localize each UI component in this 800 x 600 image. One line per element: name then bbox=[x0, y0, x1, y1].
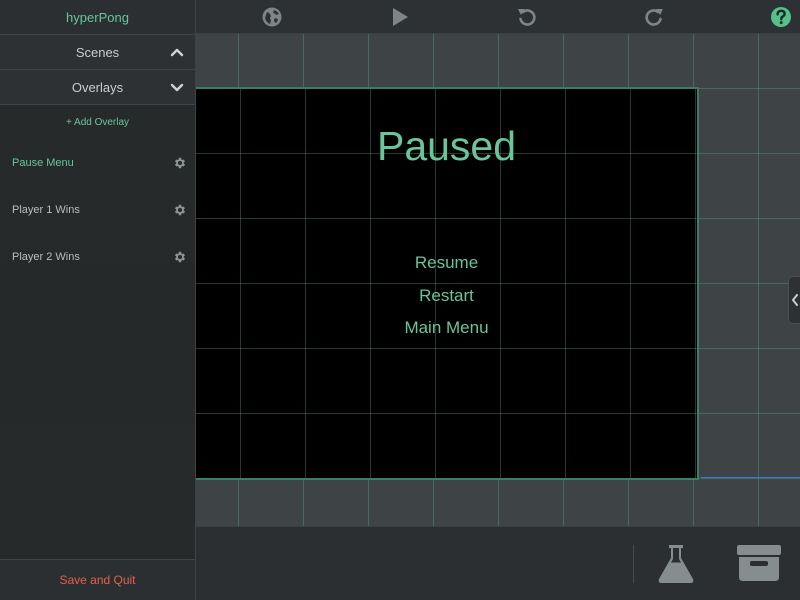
flask-icon[interactable] bbox=[656, 543, 696, 585]
play-icon[interactable] bbox=[389, 6, 411, 28]
undo-icon[interactable] bbox=[516, 6, 538, 28]
overlay-item-label: Player 1 Wins bbox=[12, 203, 80, 216]
redo-icon[interactable] bbox=[643, 6, 665, 28]
resume-button[interactable]: Resume bbox=[196, 253, 697, 273]
chevron-up-icon bbox=[170, 48, 184, 57]
add-overlay-button[interactable]: + Add Overlay bbox=[0, 105, 195, 139]
bottom-toolbar bbox=[196, 526, 800, 600]
gear-icon[interactable] bbox=[173, 156, 187, 170]
chevron-down-icon bbox=[170, 83, 184, 92]
overlay-item-pause-menu[interactable]: Pause Menu bbox=[0, 139, 195, 186]
pause-menu-overlay-frame[interactable]: Paused Resume Restart Main Menu bbox=[196, 87, 699, 480]
scenes-section-label: Scenes bbox=[75, 44, 120, 60]
globe-icon[interactable] bbox=[261, 6, 283, 28]
save-and-quit-button[interactable]: Save and Quit bbox=[0, 559, 195, 600]
top-toolbar bbox=[196, 0, 800, 34]
overlay-item-label: Pause Menu bbox=[12, 156, 74, 169]
sidebar: hyperPong Scenes Overlays + Add Overlay … bbox=[0, 0, 196, 600]
restart-button[interactable]: Restart bbox=[196, 286, 697, 306]
overlays-section-header[interactable]: Overlays bbox=[0, 70, 195, 105]
scenes-section-header[interactable]: Scenes bbox=[0, 35, 195, 70]
app-title: hyperPong bbox=[0, 0, 195, 35]
chevron-left-icon bbox=[792, 294, 798, 306]
scene-canvas[interactable]: Paused Resume Restart Main Menu bbox=[196, 34, 800, 526]
overlays-section-label: Overlays bbox=[71, 79, 124, 95]
gear-icon[interactable] bbox=[173, 250, 187, 264]
overlay-item-label: Player 2 Wins bbox=[12, 250, 80, 263]
paused-title[interactable]: Paused bbox=[196, 123, 697, 170]
guide-line bbox=[701, 477, 800, 478]
help-icon[interactable] bbox=[770, 6, 792, 28]
main-menu-button[interactable]: Main Menu bbox=[196, 318, 697, 338]
overlay-item-player-1-wins[interactable]: Player 1 Wins bbox=[0, 186, 195, 233]
overlay-item-player-2-wins[interactable]: Player 2 Wins bbox=[0, 233, 195, 280]
archive-icon[interactable] bbox=[735, 543, 783, 583]
gear-icon[interactable] bbox=[173, 203, 187, 217]
side-panel-toggle[interactable] bbox=[788, 276, 800, 324]
toolbar-divider bbox=[633, 545, 634, 583]
